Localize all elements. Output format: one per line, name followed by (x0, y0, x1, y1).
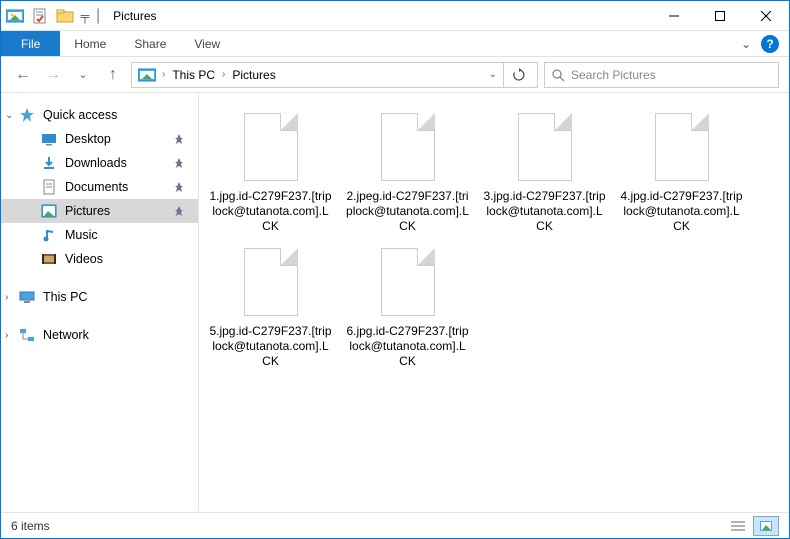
pin-icon (174, 134, 184, 144)
window-title: Pictures (113, 9, 156, 23)
details-view-button[interactable] (725, 516, 751, 536)
sidebar-item-music[interactable]: Music (1, 223, 198, 247)
minimize-button[interactable] (651, 1, 697, 31)
pin-icon (174, 206, 184, 216)
main-area: ⌄ Quick access Desktop Downloads Documents… (1, 93, 789, 511)
pc-icon (19, 289, 35, 305)
file-icon (373, 109, 443, 185)
tab-view[interactable]: View (180, 31, 234, 56)
file-icon (647, 109, 717, 185)
chevron-right-icon[interactable]: › (222, 69, 225, 80)
app-icon (4, 5, 26, 27)
search-input[interactable]: Search Pictures (544, 62, 779, 88)
chevron-right-icon[interactable]: › (162, 69, 165, 80)
file-tab[interactable]: File (1, 31, 60, 56)
star-icon (19, 107, 35, 123)
folder-icon[interactable] (54, 5, 76, 27)
sidebar-item-label: Desktop (65, 132, 111, 146)
file-icon (236, 244, 306, 320)
tab-home[interactable]: Home (60, 31, 120, 56)
breadcrumb-pictures[interactable]: Pictures (229, 68, 278, 82)
file-name: 4.jpg.id-C279F237.[triplock@tutanota.com… (618, 189, 745, 234)
sidebar-item-label: Music (65, 228, 98, 242)
sidebar-item-videos[interactable]: Videos (1, 247, 198, 271)
file-item[interactable]: 1.jpg.id-C279F237.[triplock@tutanota.com… (207, 103, 334, 234)
address-dropdown-icon[interactable]: ⌄ (489, 69, 497, 80)
refresh-button[interactable] (503, 63, 533, 87)
sidebar-this-pc[interactable]: › This PC (1, 285, 198, 309)
ribbon: File Home Share View ⌄ ? (1, 31, 789, 57)
desktop-icon (41, 131, 57, 147)
file-item[interactable]: 3.jpg.id-C279F237.[triplock@tutanota.com… (481, 103, 608, 234)
maximize-button[interactable] (697, 1, 743, 31)
forward-button[interactable]: → (41, 63, 65, 87)
file-item[interactable]: 4.jpg.id-C279F237.[triplock@tutanota.com… (618, 103, 745, 234)
tab-share[interactable]: Share (120, 31, 180, 56)
sidebar-item-label: Quick access (43, 108, 117, 122)
address-bar[interactable]: › This PC › Pictures ⌄ (131, 62, 538, 88)
chevron-right-icon[interactable]: › (5, 330, 8, 341)
window-controls (651, 1, 789, 31)
file-name: 2.jpeg.id-C279F237.[triplock@tutanota.co… (344, 189, 471, 234)
breadcrumb-this-pc[interactable]: This PC (169, 68, 218, 82)
network-icon (19, 327, 35, 343)
file-item[interactable]: 6.jpg.id-C279F237.[triplock@tutanota.com… (344, 238, 471, 369)
file-icon (373, 244, 443, 320)
file-item[interactable]: 2.jpeg.id-C279F237.[triplock@tutanota.co… (344, 103, 471, 234)
sidebar-quick-access[interactable]: ⌄ Quick access (1, 103, 198, 127)
up-button[interactable]: ↑ (101, 63, 125, 87)
location-icon (136, 64, 158, 86)
sidebar-network[interactable]: › Network (1, 323, 198, 347)
pin-icon (174, 182, 184, 192)
file-name: 3.jpg.id-C279F237.[triplock@tutanota.com… (481, 189, 608, 234)
file-name: 1.jpg.id-C279F237.[triplock@tutanota.com… (207, 189, 334, 234)
thumbnails-view-button[interactable] (753, 516, 779, 536)
file-item[interactable]: 5.jpg.id-C279F237.[triplock@tutanota.com… (207, 238, 334, 369)
search-placeholder: Search Pictures (571, 68, 656, 82)
file-icon (236, 109, 306, 185)
file-name: 5.jpg.id-C279F237.[triplock@tutanota.com… (207, 324, 334, 369)
sidebar-item-label: This PC (43, 290, 87, 304)
separator: | (96, 7, 100, 25)
sidebar-item-label: Pictures (65, 204, 110, 218)
file-list[interactable]: 1.jpg.id-C279F237.[triplock@tutanota.com… (199, 93, 789, 511)
videos-icon (41, 251, 57, 267)
sidebar-item-downloads[interactable]: Downloads (1, 151, 198, 175)
close-button[interactable] (743, 1, 789, 31)
sidebar-item-label: Documents (65, 180, 128, 194)
sidebar-item-desktop[interactable]: Desktop (1, 127, 198, 151)
downloads-icon (41, 155, 57, 171)
address-bar-row: ← → ⌄ ↑ › This PC › Pictures ⌄ Search Pi… (1, 57, 789, 93)
sidebar-item-label: Videos (65, 252, 103, 266)
quick-access-toolbar: ╤ | Pictures (1, 5, 157, 27)
item-count: 6 items (11, 519, 50, 533)
file-icon (510, 109, 580, 185)
expand-ribbon-icon[interactable]: ⌄ (741, 37, 751, 51)
documents-icon (41, 179, 57, 195)
music-icon (41, 227, 57, 243)
qat-dropdown-icon[interactable]: ╤ (79, 5, 91, 27)
sidebar-item-pictures[interactable]: Pictures (1, 199, 198, 223)
file-name: 6.jpg.id-C279F237.[triplock@tutanota.com… (344, 324, 471, 369)
chevron-right-icon[interactable]: › (5, 292, 8, 303)
sidebar-item-documents[interactable]: Documents (1, 175, 198, 199)
pin-icon (174, 158, 184, 168)
chevron-down-icon[interactable]: ⌄ (5, 110, 13, 121)
pictures-icon (41, 203, 57, 219)
properties-icon[interactable] (29, 5, 51, 27)
sidebar-item-label: Network (43, 328, 89, 342)
back-button[interactable]: ← (11, 63, 35, 87)
status-bar: 6 items (1, 512, 789, 538)
recent-dropdown[interactable]: ⌄ (71, 63, 95, 87)
help-icon[interactable]: ? (761, 35, 779, 53)
navigation-pane[interactable]: ⌄ Quick access Desktop Downloads Documents… (1, 93, 199, 511)
search-icon (551, 68, 565, 82)
titlebar: ╤ | Pictures (1, 1, 789, 31)
sidebar-item-label: Downloads (65, 156, 127, 170)
